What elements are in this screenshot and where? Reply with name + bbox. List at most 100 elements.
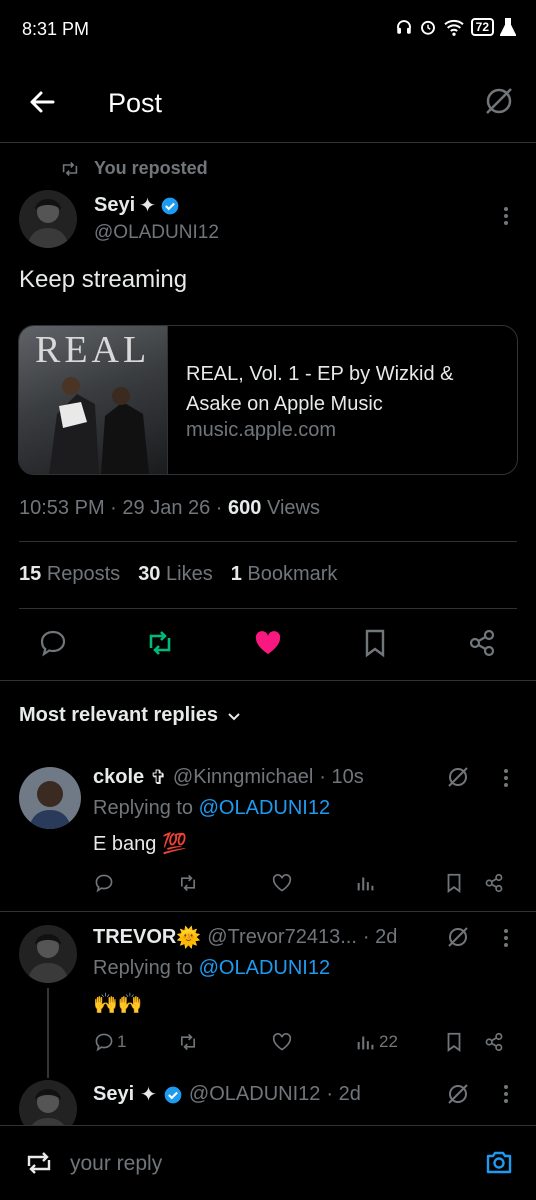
reply-bookmark-button[interactable] — [443, 1031, 465, 1053]
author-avatar[interactable] — [19, 190, 77, 248]
reply-age: · 10s — [319, 766, 364, 788]
reply-author-row[interactable]: Seyi ✦ @OLADUNI12 · 2d — [93, 1082, 361, 1107]
grok-icon — [448, 1084, 468, 1104]
reply-share-button[interactable] — [483, 872, 505, 894]
post-stats: 15 Reposts 30 Likes 1 Bookmark — [19, 563, 337, 586]
bookmark-icon — [447, 873, 461, 894]
bookmark-button[interactable] — [359, 627, 391, 659]
more-vertical-icon — [504, 769, 508, 787]
verified-badge-icon — [161, 197, 179, 214]
heart-icon — [255, 631, 281, 654]
author-name[interactable]: Seyi ✦ — [94, 193, 180, 218]
reply-divider — [0, 911, 536, 912]
grok-icon — [486, 88, 512, 114]
reply-like-button[interactable] — [271, 1031, 293, 1053]
reply-views-button[interactable] — [355, 872, 379, 894]
link-card[interactable]: REAL REAL, Vol. 1 - EP by Wizkid & Asake… — [18, 325, 518, 475]
analytics-icon — [357, 877, 374, 891]
reply-button[interactable] — [37, 627, 69, 659]
share-icon — [469, 629, 495, 657]
status-icons: 72 — [395, 18, 516, 36]
repost-icon — [27, 1152, 51, 1174]
grok-icon — [448, 927, 468, 947]
post-date: 29 Jan 26 — [122, 497, 211, 519]
reply-handle: @Trevor72413... — [207, 926, 357, 948]
repost-button[interactable] — [144, 627, 176, 659]
post-action-bar — [0, 625, 536, 665]
like-button[interactable] — [252, 627, 284, 659]
page-title: Post — [108, 88, 163, 118]
views-count: 600 — [228, 497, 262, 519]
views-label: Views — [266, 497, 320, 519]
reply-views-button[interactable]: 22 — [355, 1031, 398, 1053]
meta-divider — [19, 541, 517, 542]
headphones-icon — [396, 20, 411, 34]
wifi-icon — [443, 19, 464, 36]
reply-repost-button[interactable] — [177, 872, 199, 894]
comment-icon — [95, 1033, 113, 1052]
share-button[interactable] — [466, 627, 498, 659]
hundred-emoji: 💯 — [161, 833, 187, 855]
thread-line — [47, 988, 49, 1078]
camera-button[interactable] — [484, 1147, 514, 1177]
grok-button[interactable] — [482, 84, 516, 118]
reply-repost-button[interactable] — [177, 1031, 199, 1053]
reply-share-button[interactable] — [483, 1031, 505, 1053]
replies-sort-dropdown[interactable]: Most relevant replies — [19, 704, 242, 727]
repost-icon — [149, 631, 171, 655]
bookmark-icon — [447, 1032, 461, 1053]
reply-more-button[interactable] — [498, 1082, 514, 1106]
reply-like-button[interactable] — [271, 872, 293, 894]
replying-handle-link[interactable]: @OLADUNI12 — [199, 957, 330, 979]
reply-reply-button[interactable] — [93, 872, 117, 894]
reply-action-bar: 1 22 — [93, 1031, 513, 1057]
album-title-text: REAL — [35, 329, 151, 371]
more-vertical-icon — [504, 929, 508, 947]
battery-indicator: 72 — [470, 18, 494, 36]
reply-author-row[interactable]: TREVOR 🌞 @Trevor72413... · 2d — [93, 925, 397, 950]
camera-icon — [486, 1151, 512, 1174]
replying-to: Replying to @OLADUNI12 — [93, 957, 331, 979]
reply-text: 🙌🙌 — [93, 991, 143, 1016]
reply-grok-button[interactable] — [446, 765, 470, 789]
raising-hands-emoji: 🙌🙌 — [93, 993, 143, 1015]
reply-avatar[interactable] — [19, 925, 77, 983]
reply-age: · 2d — [326, 1083, 361, 1105]
reposts-stat[interactable]: 15 Reposts — [19, 563, 120, 586]
post-more-button[interactable] — [498, 204, 514, 228]
bookmarks-stat[interactable]: 1 Bookmark — [231, 563, 338, 586]
grok-icon — [448, 767, 468, 787]
replying-handle-link[interactable]: @OLADUNI12 — [199, 797, 330, 819]
heart-icon — [272, 874, 292, 892]
reply-input[interactable]: your reply — [70, 1152, 162, 1176]
status-time: 8:31 PM — [22, 19, 90, 39]
repost-toggle-button[interactable] — [26, 1152, 52, 1174]
likes-stat[interactable]: 30 Likes — [138, 563, 213, 586]
reply-handle: @OLADUNI12 — [188, 1083, 321, 1105]
arrow-left-icon — [30, 91, 55, 113]
comment-icon — [40, 630, 66, 657]
card-title: REAL, Vol. 1 - EP by Wizkid & Asake on A… — [186, 363, 454, 415]
reply-avatar[interactable] — [19, 767, 81, 829]
reply-handle: @Kinngmichael — [172, 766, 314, 788]
reply-more-button[interactable] — [498, 926, 514, 950]
reply-author-row[interactable]: ckole ✞ @Kinngmichael · 10s — [93, 765, 364, 790]
repost-indicator: You reposted — [60, 158, 208, 179]
reply-more-button[interactable] — [498, 766, 514, 790]
cross-emoji: ✞ — [150, 767, 167, 789]
post-time: 10:53 PM — [19, 497, 105, 519]
reply-reply-button[interactable]: 1 — [93, 1031, 126, 1053]
sparkle-icon: ✦ — [139, 195, 156, 217]
share-icon — [485, 1032, 503, 1052]
heart-icon — [272, 1033, 292, 1051]
back-button[interactable] — [26, 86, 58, 118]
sun-emoji: 🌞 — [176, 927, 202, 949]
author-handle[interactable]: @OLADUNI12 — [94, 222, 219, 244]
share-icon — [485, 873, 503, 893]
album-art: REAL — [19, 326, 167, 474]
reply-bookmark-button[interactable] — [443, 872, 465, 894]
more-vertical-icon — [504, 207, 508, 225]
reply-grok-button[interactable] — [446, 925, 470, 949]
alarm-icon — [420, 20, 435, 35]
reply-grok-button[interactable] — [446, 1082, 470, 1106]
